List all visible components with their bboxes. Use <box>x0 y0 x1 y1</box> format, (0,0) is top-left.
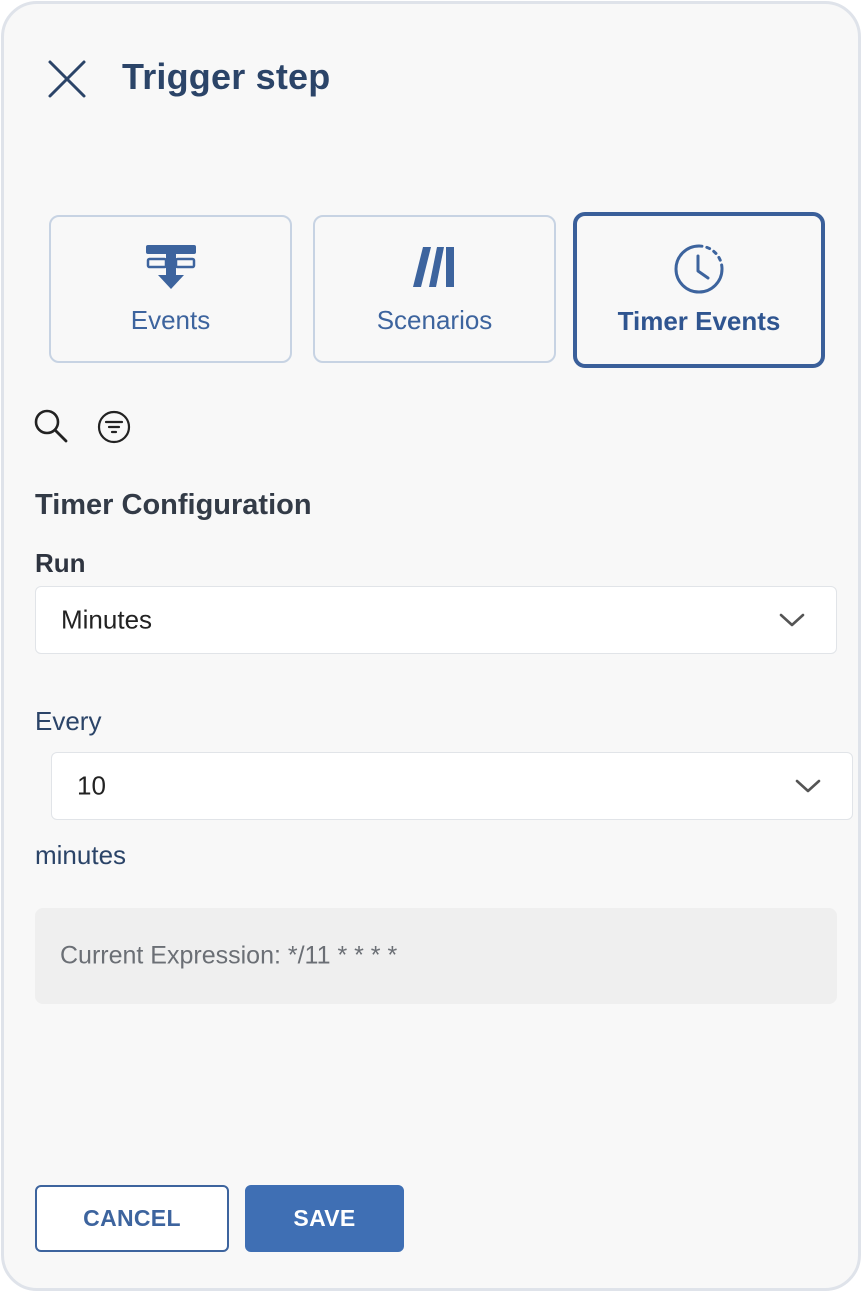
tab-timer-events[interactable]: Timer Events <box>573 212 825 368</box>
chevron-down-icon <box>795 779 821 793</box>
current-expression-box: Current Expression: */11 * * * * <box>35 908 837 1004</box>
page-title: Trigger step <box>122 56 331 97</box>
search-button[interactable] <box>33 408 69 444</box>
filter-icon <box>97 410 131 444</box>
every-select-value: 10 <box>77 770 106 801</box>
close-button[interactable] <box>42 54 92 104</box>
trigger-step-panel: Trigger step Events Scenarios Timer Even… <box>1 1 861 1291</box>
run-select[interactable]: Minutes <box>35 586 837 654</box>
run-label: Run <box>35 548 86 578</box>
run-select-value: Minutes <box>61 604 153 635</box>
tab-scenarios[interactable]: Scenarios <box>313 215 556 363</box>
section-heading: Timer Configuration <box>35 489 312 521</box>
events-icon <box>145 245 196 289</box>
every-select[interactable]: 10 <box>51 752 853 820</box>
filter-button[interactable] <box>96 408 132 444</box>
unit-label: minutes <box>35 840 127 870</box>
every-label: Every <box>35 706 102 736</box>
chevron-down-icon <box>779 613 805 627</box>
scenarios-icon <box>412 247 454 287</box>
tab-scenarios-label: Scenarios <box>376 305 493 335</box>
close-icon <box>48 60 86 98</box>
current-expression-text: Current Expression: */11 * * * * <box>60 941 398 970</box>
save-button[interactable]: SAVE <box>245 1185 404 1252</box>
tab-events-label: Events <box>130 305 211 335</box>
search-icon <box>34 409 68 443</box>
tab-events[interactable]: Events <box>49 215 292 363</box>
clock-icon <box>674 244 724 294</box>
tab-timer-events-label: Timer Events <box>617 306 781 336</box>
cancel-button[interactable]: CANCEL <box>35 1185 229 1252</box>
